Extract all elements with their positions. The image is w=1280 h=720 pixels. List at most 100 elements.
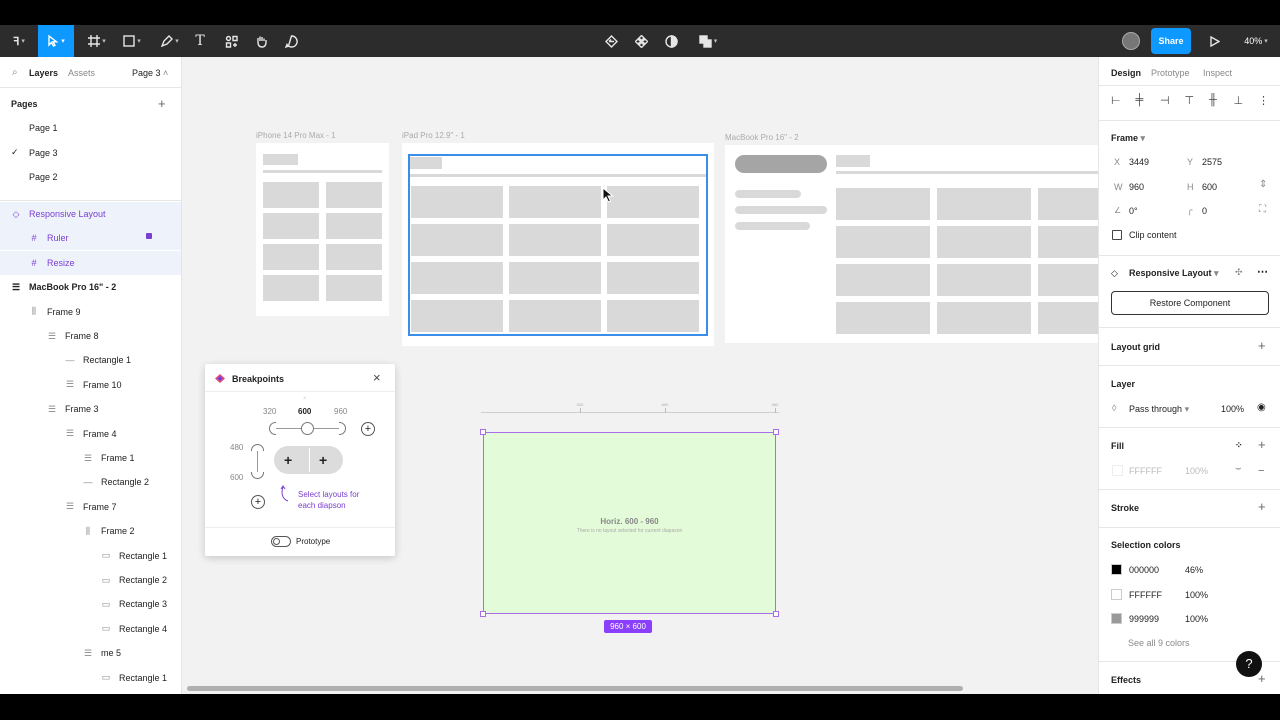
distribute-icon[interactable]: ⋮ [1258, 94, 1269, 107]
see-all-colors-link[interactable]: See all 9 colors [1128, 638, 1190, 648]
page-item[interactable]: Page 2 [0, 165, 181, 189]
horizontal-scrollbar[interactable] [187, 686, 963, 691]
add-layout-grid-icon[interactable]: + [1258, 339, 1266, 352]
color-swatch[interactable] [1111, 613, 1122, 624]
frame-label-macbook[interactable]: MacBook Pro 16" - 2 [725, 133, 799, 142]
align-center-v-icon[interactable]: ╫ [1209, 94, 1217, 106]
layer-item[interactable]: ⫼ Frame 9 [0, 300, 181, 324]
resize-handle-tl[interactable] [480, 429, 486, 435]
layer-item[interactable]: — Rectangle 2 [0, 470, 181, 494]
tab-assets[interactable]: Assets [68, 68, 95, 78]
tab-design[interactable]: Design [1111, 68, 1141, 78]
version-history-button[interactable] [600, 25, 622, 57]
tab-prototype[interactable]: Prototype [1151, 68, 1190, 78]
user-avatar[interactable] [1120, 25, 1142, 57]
tab-inspect[interactable]: Inspect [1203, 68, 1232, 78]
help-button[interactable]: ? [1236, 651, 1262, 677]
layer-opacity-input[interactable]: 100% [1221, 404, 1244, 414]
add-effect-icon[interactable]: + [1258, 672, 1266, 685]
remove-fill-icon[interactable]: − [1258, 465, 1264, 477]
align-top-icon[interactable]: ⊤ [1185, 94, 1195, 107]
layer-item[interactable]: ☰ Frame 8 [0, 324, 181, 348]
color-swatch[interactable] [1111, 564, 1122, 575]
layer-item[interactable]: # Resize [0, 250, 181, 275]
h-breakpoint-320[interactable]: 320 [263, 407, 276, 416]
resize-handle-bl[interactable] [480, 611, 486, 617]
add-layout-left-button[interactable]: + [284, 452, 292, 468]
layer-item[interactable]: ▭ Rectangle 2 [0, 568, 181, 592]
layer-item[interactable]: — Rectangle 1 [0, 348, 181, 372]
more-options-icon[interactable]: ⋯ [1257, 265, 1268, 278]
add-page-icon[interactable]: + [158, 97, 166, 110]
blend-mode-dropdown[interactable]: Pass through ▾ [1129, 404, 1189, 415]
ipad-frame[interactable] [402, 143, 714, 346]
layer-item[interactable]: ◇ Responsive Layout [0, 202, 181, 226]
add-fill-icon[interactable]: + [1258, 438, 1266, 451]
align-left-icon[interactable]: ⊢ [1111, 94, 1121, 107]
align-bottom-icon[interactable]: ⊥ [1234, 94, 1244, 107]
frame-section-title[interactable]: Frame ▾ [1111, 133, 1145, 144]
add-stroke-icon[interactable]: + [1258, 500, 1266, 513]
rotation-input[interactable]: 0° [1129, 206, 1138, 216]
prototype-toggle[interactable] [271, 536, 291, 547]
frame-label-iphone[interactable]: iPhone 14 Pro Max - 1 [256, 131, 336, 140]
layer-item[interactable]: ☰ Frame 7 [0, 495, 181, 519]
align-center-h-icon[interactable]: ╪ [1136, 94, 1144, 106]
mask-button[interactable] [660, 25, 682, 57]
corner-radius-input[interactable]: 0 [1202, 206, 1207, 216]
add-v-breakpoint-button[interactable]: + [251, 495, 265, 509]
color-swatch[interactable] [1111, 588, 1122, 600]
align-right-icon[interactable]: ⊣ [1160, 94, 1170, 107]
frame-tool-button[interactable]: ▾ [82, 25, 112, 57]
layer-item[interactable]: ▭ Rectangle 1 [0, 544, 181, 568]
restore-component-button[interactable]: Restore Component [1111, 291, 1269, 315]
style-grid-icon[interactable]: ⁘ [1235, 440, 1243, 451]
go-to-main-component-icon[interactable]: ✣ [1235, 267, 1243, 278]
add-layout-right-button[interactable]: + [319, 452, 327, 468]
layer-item[interactable]: ⫼ Frame 2 [0, 519, 181, 543]
frame-label-ipad[interactable]: iPad Pro 12.9" - 1 [402, 131, 465, 140]
v-breakpoint-600[interactable]: 600 [230, 473, 243, 482]
lock-icon[interactable] [146, 233, 152, 240]
iphone-frame[interactable] [256, 143, 389, 316]
component-button[interactable] [630, 25, 652, 57]
h-slider-left-handle[interactable] [269, 422, 276, 435]
color-hex[interactable]: 999999 [1129, 614, 1159, 624]
layer-item[interactable]: ☰ MacBook Pro 16" - 2 [0, 275, 181, 299]
shape-tool-button[interactable]: ▾ [116, 25, 148, 57]
v-breakpoint-480[interactable]: 480 [230, 443, 243, 452]
fill-swatch[interactable] [1112, 465, 1123, 476]
h-breakpoint-600[interactable]: 600 [298, 407, 311, 416]
width-input[interactable]: 960 [1129, 182, 1144, 192]
layer-item[interactable]: ☰ Frame 3 [0, 397, 181, 421]
h-breakpoint-960[interactable]: 960 [334, 407, 347, 416]
layer-item[interactable]: ▭ Rectangle 4 [0, 617, 181, 641]
layer-item[interactable]: ☰ Frame 4 [0, 422, 181, 446]
color-hex[interactable]: FFFFFF [1129, 590, 1162, 600]
color-opacity[interactable]: 46% [1185, 565, 1203, 575]
x-input[interactable]: 3449 [1129, 157, 1149, 167]
eye-icon[interactable]: ◉ [1257, 402, 1266, 413]
color-hex[interactable]: 000000 [1129, 565, 1159, 575]
layer-item[interactable]: ▭ Rectangle 3 [0, 592, 181, 616]
hidden-eye-icon[interactable]: ⌣ [1235, 463, 1242, 474]
figma-menu-button[interactable]: ꟻ ▾ [4, 25, 34, 57]
hand-tool-button[interactable] [250, 25, 272, 57]
layer-item[interactable]: ☰ Frame 1 [0, 446, 181, 470]
comment-tool-button[interactable] [280, 25, 302, 57]
h-slider-mid-handle[interactable] [301, 422, 314, 435]
height-input[interactable]: 600 [1202, 182, 1217, 192]
resize-handle-tr[interactable] [773, 429, 779, 435]
clip-content-checkbox[interactable] [1112, 230, 1122, 240]
fill-opacity-input[interactable]: 100% [1185, 466, 1208, 476]
boolean-button[interactable]: ▾ [692, 25, 724, 57]
add-h-breakpoint-button[interactable]: + [361, 422, 375, 436]
h-slider-right-handle[interactable] [339, 422, 346, 435]
present-button[interactable] [1204, 25, 1224, 57]
move-tool-button[interactable]: ▾ [38, 25, 74, 57]
search-icon[interactable]: ⌕ [12, 67, 18, 78]
resources-button[interactable] [220, 25, 242, 57]
layer-item[interactable]: ☰ Frame 10 [0, 373, 181, 397]
y-input[interactable]: 2575 [1202, 157, 1222, 167]
share-button[interactable]: Share [1151, 28, 1191, 54]
